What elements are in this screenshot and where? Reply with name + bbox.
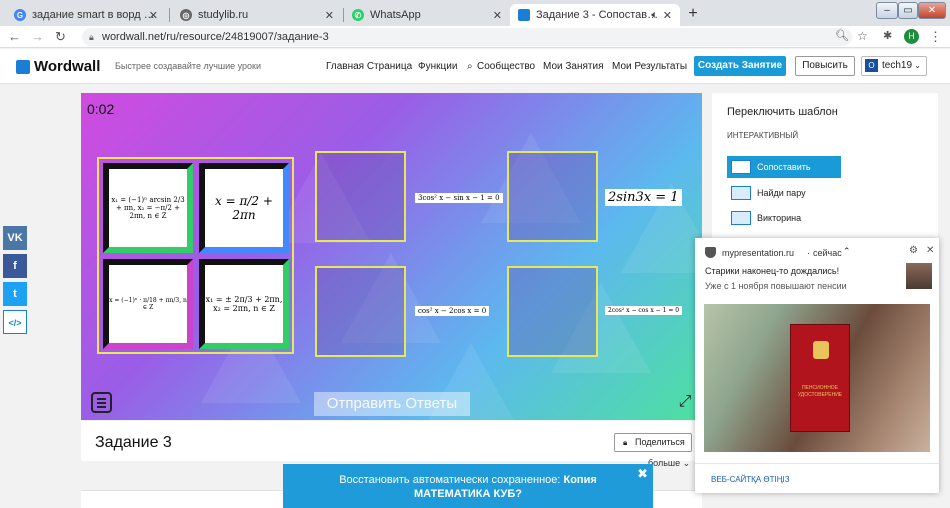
pension-certificate: ПЕНСИОННОЕ УДОСТОВЕРЕНИЕ	[790, 324, 850, 432]
submit-answers-button[interactable]: Отправить Ответы	[314, 392, 470, 416]
chevron-down-icon: ⌄	[682, 458, 691, 468]
answer-piece[interactable]: x₁ = (−1)ⁿ arcsin 2/3 + πn, x₂ = −π/2 + …	[103, 163, 193, 253]
game-canvas: 0:02 x₁ = (−1)ⁿ arcsin 2/3 + πn, x₂ = −π…	[81, 93, 702, 420]
close-icon[interactable]: ✕	[926, 245, 934, 256]
menu-home[interactable]: Главная Страница	[326, 61, 412, 72]
chevron-down-icon: ⌄	[914, 61, 921, 70]
close-tab-icon[interactable]: ✕	[325, 9, 334, 22]
wordwall-logo[interactable]: Wordwall	[16, 58, 100, 75]
notification-time: сейчас	[813, 248, 842, 258]
equation-label: 2sin3x = 1	[605, 189, 682, 206]
embed-icon[interactable]: </>	[3, 310, 27, 334]
search-icon[interactable]: ⌕	[467, 61, 473, 72]
browser-menu-icon[interactable]: ⋮	[929, 29, 942, 45]
equation-label: cos² x − 2cos x = 0	[415, 306, 490, 316]
drop-slot[interactable]	[315, 151, 406, 242]
vk-icon[interactable]: VK	[3, 226, 27, 250]
notification-thumbnail	[906, 263, 932, 289]
answer-piece[interactable]: x₁ = ± 2π/3 + 2πn, x₂ = 2πn, n ∈ Z	[199, 259, 289, 349]
profile-avatar[interactable]: Н	[904, 29, 919, 44]
lock-icon: 🔒︎	[89, 32, 94, 42]
activity-title-area: Задание 3 🔒︎ Поделиться	[81, 421, 702, 461]
speaker-icon[interactable]: 🔈︎	[651, 9, 658, 22]
answer-piece[interactable]: x = (−1)ⁿ · π/18 + πn/3, n ∈ Z	[103, 259, 193, 349]
lock-icon: 🔒︎	[623, 438, 628, 447]
tagline: Быстрее создавайте лучшие уроки	[115, 61, 262, 71]
facebook-icon[interactable]: f	[3, 254, 27, 278]
drop-slot[interactable]	[507, 151, 598, 242]
extensions-icon[interactable]: ✱	[883, 29, 892, 42]
notification-image: ПЕНСИОННОЕ УДОСТОВЕРЕНИЕ	[704, 304, 930, 452]
quiz-icon	[731, 211, 751, 225]
social-share-strip: VK f t </>	[3, 226, 27, 338]
more-options[interactable]: больше ⌄	[648, 458, 690, 469]
notification-subline: Уже с 1 ноября повышают пенсии	[705, 281, 847, 291]
notification-headline: Старики наконец-то дождались!	[705, 266, 840, 276]
close-window-button[interactable]: ✕	[918, 2, 946, 19]
notification-popup[interactable]: mypresentation.ru · сейчас ⌃ ⚙ ✕ Старики…	[695, 238, 939, 493]
game-menu-icon[interactable]	[91, 392, 112, 413]
globe-icon: ◎	[180, 9, 192, 21]
timer: 0:02	[87, 101, 115, 117]
whatsapp-icon: ✆	[352, 9, 364, 21]
match-up-icon	[731, 160, 751, 174]
close-tab-icon[interactable]: ✕	[663, 9, 672, 22]
find-pair-icon	[731, 186, 751, 200]
twitter-icon[interactable]: t	[3, 282, 27, 306]
wordwall-icon	[518, 9, 530, 21]
google-icon: G	[14, 9, 26, 21]
visit-website-link[interactable]: ВЕБ-САЙТҚА ӨТІҢІЗ	[711, 475, 790, 484]
notification-source: mypresentation.ru	[722, 248, 795, 258]
logo-icon	[16, 59, 30, 74]
activity-title: Задание 3	[95, 434, 172, 451]
user-menu[interactable]: О tech19 ⌄	[861, 56, 927, 76]
url-field[interactable]: 🔒︎ wordwall.net/ru/resource/24819007/зад…	[82, 28, 852, 46]
close-tab-icon[interactable]: ✕	[149, 9, 158, 22]
tab-whatsapp[interactable]: ✆ WhatsApp ✕	[344, 4, 510, 26]
chevron-up-icon[interactable]: ⌃	[843, 246, 851, 257]
menu-my-results[interactable]: Мои Результаты	[612, 61, 687, 72]
equation-label: 3cos² x − sin x − 1 = 0	[415, 193, 503, 203]
close-icon[interactable]: ✖	[637, 467, 648, 481]
user-avatar: О	[865, 59, 878, 72]
drop-slot[interactable]	[507, 266, 598, 357]
answer-piece[interactable]: x = π/2 + 2πn	[199, 163, 289, 253]
template-quiz[interactable]: Викторина	[727, 207, 841, 229]
template-find-pair[interactable]: Найди пару	[727, 182, 841, 204]
tab-studylib[interactable]: ◎ studylib.ru ✕	[172, 4, 342, 26]
shield-icon	[705, 247, 716, 258]
equation-label: 2cos² x − cos x − 1 = 0	[605, 306, 683, 315]
fullscreen-icon[interactable]: ⤢	[675, 392, 695, 412]
back-icon[interactable]: ←	[8, 29, 21, 44]
minimize-button[interactable]: –	[876, 2, 898, 19]
forward-icon[interactable]: →	[31, 29, 44, 44]
share-button[interactable]: 🔒︎ Поделиться	[614, 433, 692, 452]
create-activity-button[interactable]: Создать Занятие	[694, 56, 786, 76]
upgrade-button[interactable]: Повысить	[795, 56, 855, 76]
reload-icon[interactable]: ↻	[55, 29, 66, 45]
drop-slot[interactable]	[315, 266, 406, 357]
site-header: Wordwall Быстрее создавайте лучшие уроки…	[0, 49, 950, 84]
template-switcher-title: Переключить шаблон	[727, 106, 838, 118]
browser-tab-bar: G задание smart в ворд – Google ... ✕ ◎ …	[0, 0, 950, 26]
gear-icon[interactable]: ⚙	[909, 245, 918, 256]
zoom-icon[interactable]: 🔍︎	[835, 29, 849, 42]
tab-google[interactable]: G задание smart в ворд – Google ... ✕	[6, 4, 166, 26]
close-tab-icon[interactable]: ✕	[493, 9, 502, 22]
menu-community[interactable]: Сообщество	[477, 61, 535, 72]
emblem-icon	[813, 341, 829, 359]
address-bar-row: ← → ↻ 🔒︎ wordwall.net/ru/resource/248190…	[0, 26, 950, 48]
new-tab-button[interactable]: +	[684, 5, 702, 23]
menu-features[interactable]: Функции	[418, 61, 457, 72]
bookmark-star-icon[interactable]: ☆	[857, 29, 868, 43]
template-section-label: ИНТЕРАКТИВНЫЙ	[727, 131, 799, 140]
tab-zadanie-active[interactable]: Задание 3 - Сопоставить 🔈︎ ✕	[510, 4, 680, 26]
template-switcher: Переключить шаблон ИНТЕРАКТИВНЫЙ Сопоста…	[712, 93, 938, 243]
template-match-up[interactable]: Сопоставить	[727, 156, 841, 178]
restore-autosave-banner[interactable]: ✖ Восстановить автоматически сохраненное…	[283, 464, 653, 508]
menu-my-activities[interactable]: Мои Занятия	[543, 61, 604, 72]
maximize-button[interactable]: ▭	[898, 2, 918, 19]
